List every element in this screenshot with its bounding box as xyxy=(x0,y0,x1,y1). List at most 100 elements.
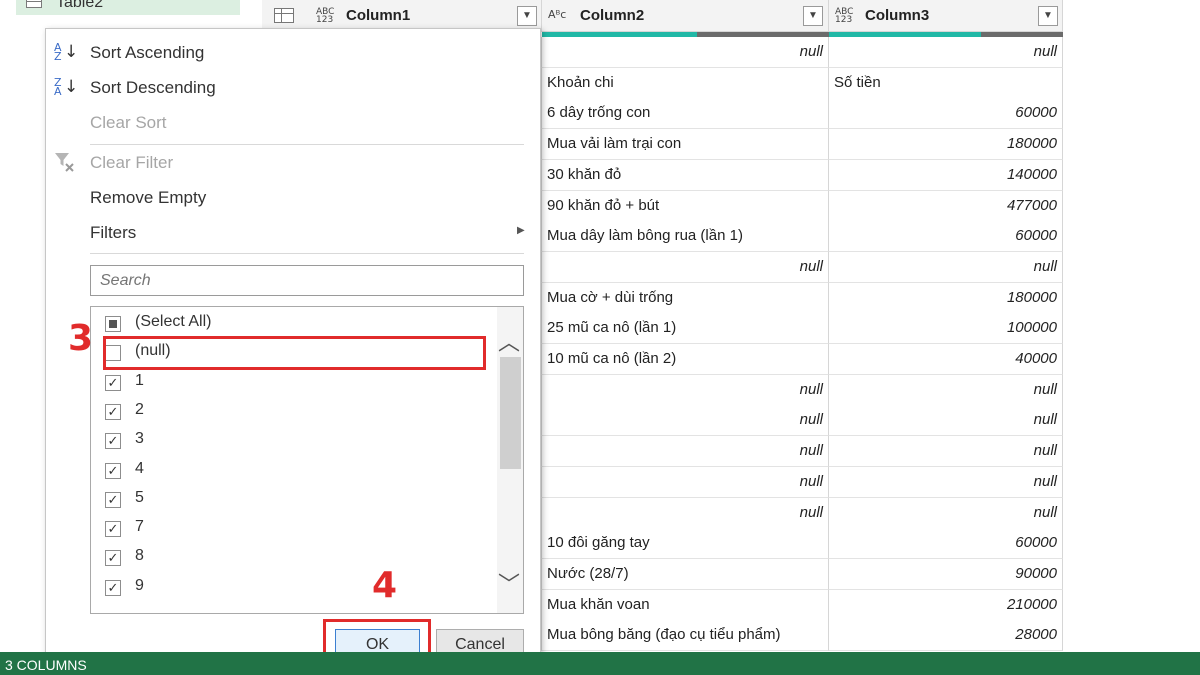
table-cell-column3[interactable]: null xyxy=(829,37,1063,68)
table-cell-column2[interactable]: null xyxy=(542,374,829,406)
column-header-column2[interactable]: Aᴮc Column2 ▼ xyxy=(542,0,829,32)
checkbox-checked-icon[interactable]: ✓ xyxy=(105,374,121,391)
table-cell-column2[interactable]: 30 khăn đỏ xyxy=(542,159,829,191)
table-cell-column3[interactable]: null xyxy=(829,436,1063,468)
sort-ascending-icon: A Z ↓ xyxy=(54,41,79,63)
filter-value-label: 9 xyxy=(135,576,144,594)
filter-value-item[interactable]: (Select All) xyxy=(105,313,485,337)
table-cell-column3[interactable]: 60000 xyxy=(829,221,1063,253)
filter-value-label: 5 xyxy=(135,488,144,506)
table-cell-column3[interactable]: 180000 xyxy=(829,282,1063,314)
column-header-column3[interactable]: ABC 123 Column3 ▼ xyxy=(829,0,1063,32)
checkbox-checked-icon[interactable]: ✓ xyxy=(105,491,121,508)
filter-value-label: 1 xyxy=(135,371,144,389)
table-cell-column3[interactable]: 100000 xyxy=(829,313,1063,345)
filter-value-item[interactable]: ✓ 4 xyxy=(105,460,485,484)
sort-descending-icon: Z A ↓ xyxy=(54,76,79,98)
table-cell-column3[interactable]: 60000 xyxy=(829,528,1063,560)
filter-value-item[interactable]: ✓ 8 xyxy=(105,547,485,571)
filter-value-label: 8 xyxy=(135,547,144,565)
scroll-up-icon[interactable]: ︿ xyxy=(498,325,520,357)
text-type-icon[interactable]: Aᴮc xyxy=(548,9,566,20)
table-cell-column2[interactable]: Mua dây làm bông rua (lần 1) xyxy=(542,221,829,253)
filter-value-item[interactable]: ✓ 7 xyxy=(105,518,485,542)
filters-submenu-item[interactable]: Filters xyxy=(90,223,136,243)
table-cell-column2[interactable]: null xyxy=(542,37,829,68)
menu-separator xyxy=(90,144,524,145)
sort-ascending-item[interactable]: Sort Ascending xyxy=(90,43,204,63)
table-cell-column2[interactable]: 90 khăn đỏ + bút xyxy=(542,190,829,222)
query-item-table2[interactable]: Table2 xyxy=(16,0,240,15)
table-cell-column2[interactable]: null xyxy=(542,251,829,283)
table-cell-column2[interactable]: Mua cờ + dùi trống xyxy=(542,282,829,314)
table-cell-column2[interactable]: 6 dây trống con xyxy=(542,98,829,130)
column-name: Column1 xyxy=(346,7,411,24)
filter-value-item[interactable]: ✓ 2 xyxy=(105,401,485,425)
annotation-highlight-null xyxy=(103,336,486,370)
table-cell-column3[interactable]: Số tiền xyxy=(829,67,1063,99)
table-cell-column2[interactable]: Khoản chi xyxy=(542,67,829,99)
table-cell-column3[interactable]: null xyxy=(829,466,1063,498)
checkbox-partial-icon[interactable] xyxy=(105,316,121,332)
checkbox-checked-icon[interactable]: ✓ xyxy=(105,550,121,567)
annotation-step-3: 3 xyxy=(68,318,94,359)
table-cell-column2[interactable]: null xyxy=(542,405,829,437)
table-menu-icon[interactable] xyxy=(274,8,294,23)
scroll-down-icon[interactable]: ﹀ xyxy=(498,567,520,599)
query-item-label: Table2 xyxy=(56,0,104,11)
table-cell-column3[interactable]: null xyxy=(829,251,1063,283)
table-cell-column3[interactable]: null xyxy=(829,374,1063,406)
status-bar: 3 COLUMNS xyxy=(0,652,1200,675)
table-cell-column3[interactable]: 40000 xyxy=(829,344,1063,375)
table-cell-column3[interactable]: 28000 xyxy=(829,620,1063,652)
filter-value-label: 7 xyxy=(135,518,144,536)
filter-value-label: (Select All) xyxy=(135,313,212,330)
filter-value-item[interactable]: ✓ 3 xyxy=(105,430,485,454)
checkbox-checked-icon[interactable]: ✓ xyxy=(105,521,121,538)
table-cell-column2[interactable]: Mua bông băng (đạo cụ tiểu phẩm) xyxy=(542,620,829,652)
table-cell-column3[interactable]: 180000 xyxy=(829,129,1063,161)
filter-value-label: 3 xyxy=(135,430,144,448)
checkbox-checked-icon[interactable]: ✓ xyxy=(105,579,121,596)
clear-sort-item[interactable]: Clear Sort xyxy=(90,113,167,133)
remove-empty-item[interactable]: Remove Empty xyxy=(90,188,206,208)
table-cell-column2[interactable]: 10 mũ ca nô (lần 2) xyxy=(542,344,829,375)
any-type-icon[interactable]: ABC 123 xyxy=(316,8,334,25)
column-name: Column2 xyxy=(580,7,645,24)
table-cell-column3[interactable]: 90000 xyxy=(829,558,1063,590)
menu-separator xyxy=(90,253,524,254)
filter-dropdown-button[interactable]: ▼ xyxy=(803,6,823,26)
filter-value-item[interactable]: ✓ 9 xyxy=(105,577,485,601)
table-cell-column3[interactable]: 140000 xyxy=(829,159,1063,191)
any-type-icon[interactable]: ABC 123 xyxy=(835,8,853,25)
table-cell-column2[interactable]: Nước (28/7) xyxy=(542,558,829,590)
table-cell-column3[interactable]: null xyxy=(829,405,1063,437)
table-cell-column2[interactable]: 10 đôi găng tay xyxy=(542,528,829,560)
filter-value-item[interactable]: ✓ 5 xyxy=(105,489,485,513)
checkbox-checked-icon[interactable]: ✓ xyxy=(105,462,121,479)
table-cell-column2[interactable]: null xyxy=(542,436,829,468)
checkbox-checked-icon[interactable]: ✓ xyxy=(105,433,121,450)
table-cell-column2[interactable]: 25 mũ ca nô (lần 1) xyxy=(542,313,829,345)
filter-dropdown-button[interactable]: ▼ xyxy=(1038,6,1058,26)
clear-filter-item[interactable]: Clear Filter xyxy=(90,153,173,173)
sort-descending-item[interactable]: Sort Descending xyxy=(90,78,216,98)
table-cell-column2[interactable]: Mua khăn voan xyxy=(542,589,829,621)
clear-filter-icon xyxy=(54,151,76,173)
table-cell-column2[interactable]: null xyxy=(542,466,829,498)
scrollbar-thumb[interactable] xyxy=(500,357,521,469)
table-cell-column3[interactable]: 60000 xyxy=(829,98,1063,130)
table-cell-column2[interactable]: Mua vải làm trại con xyxy=(542,129,829,161)
filter-value-label: 2 xyxy=(135,400,144,418)
search-input[interactable] xyxy=(90,265,524,296)
table-cell-column3[interactable]: 210000 xyxy=(829,589,1063,621)
filter-dropdown-button[interactable]: ▼ xyxy=(517,6,537,26)
table-cell-column3[interactable]: 477000 xyxy=(829,190,1063,222)
filter-value-item[interactable]: ✓ 1 xyxy=(105,372,485,396)
annotation-step-4: 4 xyxy=(372,565,398,606)
table-cell-column3[interactable]: null xyxy=(829,497,1063,529)
checkbox-checked-icon[interactable]: ✓ xyxy=(105,403,121,420)
filter-value-label: 4 xyxy=(135,459,144,477)
table-cell-column2[interactable]: null xyxy=(542,497,829,529)
submenu-arrow-icon: ▶ xyxy=(517,225,525,236)
